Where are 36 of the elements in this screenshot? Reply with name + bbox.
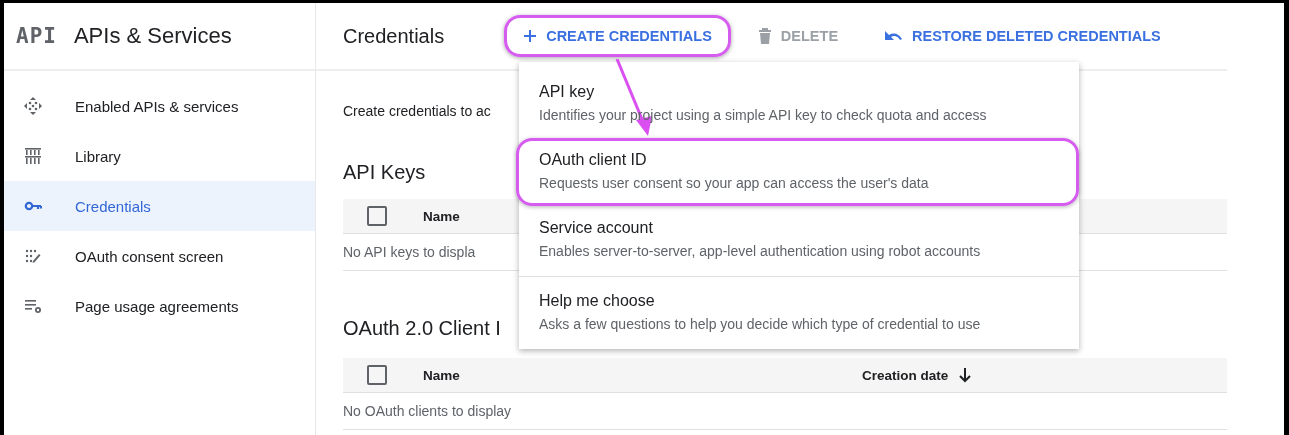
list-settings-icon — [24, 297, 42, 315]
create-button[interactable]: CREATE CREDENTIALS — [504, 15, 731, 57]
menu-item[interactable]: Service account Enables server-to-server, app-level authentication using robot accounts — [516, 206, 1079, 274]
menu-item-title: OAuth client ID — [539, 151, 648, 169]
menu-item-title: API key — [539, 83, 596, 101]
trash-icon — [757, 28, 772, 44]
sidebar-item[interactable]: Page usage agreements — [4, 281, 315, 331]
empty-message: No API keys to displa — [343, 244, 476, 260]
plus-icon — [523, 29, 538, 43]
menu-item-description: Asks a few questions to help you decide which type of credential to use — [539, 316, 982, 332]
menu-item[interactable]: OAuth client ID Requests user consent so your app can access the user's data — [516, 138, 1079, 206]
app-title: APIs & Services — [73, 23, 232, 49]
restore-button[interactable]: RESTORE DELETED CREDENTIALS — [865, 15, 1180, 57]
consent-icon — [24, 247, 42, 265]
menu-item-title: Service account — [539, 219, 654, 237]
section-heading: API Keys — [343, 161, 426, 184]
sidebar-item[interactable]: Library — [4, 131, 315, 181]
menu-item-title: Help me choose — [539, 292, 656, 310]
menu-item[interactable]: Help me choose Asks a few questions to help you decide which type of credential to use — [516, 279, 1079, 347]
column-header[interactable]: Name — [423, 367, 862, 383]
menu-item-description: Requests user consent so your app can access the user's data — [539, 175, 930, 191]
menu-item-description: Enables server-to-server, app-level authentication using robot accounts — [539, 243, 982, 259]
checkbox[interactable] — [367, 206, 387, 226]
checkbox[interactable] — [367, 365, 387, 385]
undo-icon — [884, 30, 904, 42]
sidebar-item[interactable]: Credentials — [4, 181, 315, 231]
sidebar-item[interactable]: OAuth consent screen — [4, 231, 315, 281]
empty-message: No OAuth clients to display — [343, 403, 512, 419]
page-title: Credentials — [343, 24, 445, 48]
library-icon — [24, 147, 42, 165]
intro-text: Create credentials to ac — [343, 103, 491, 119]
sidebar-item[interactable]: Enabled APIs & services — [4, 81, 315, 131]
column-header[interactable]: Creation date — [862, 367, 973, 383]
move-icon — [24, 97, 42, 115]
api-logo: API — [16, 24, 57, 48]
section-heading: OAuth 2.0 Client I — [343, 317, 501, 340]
